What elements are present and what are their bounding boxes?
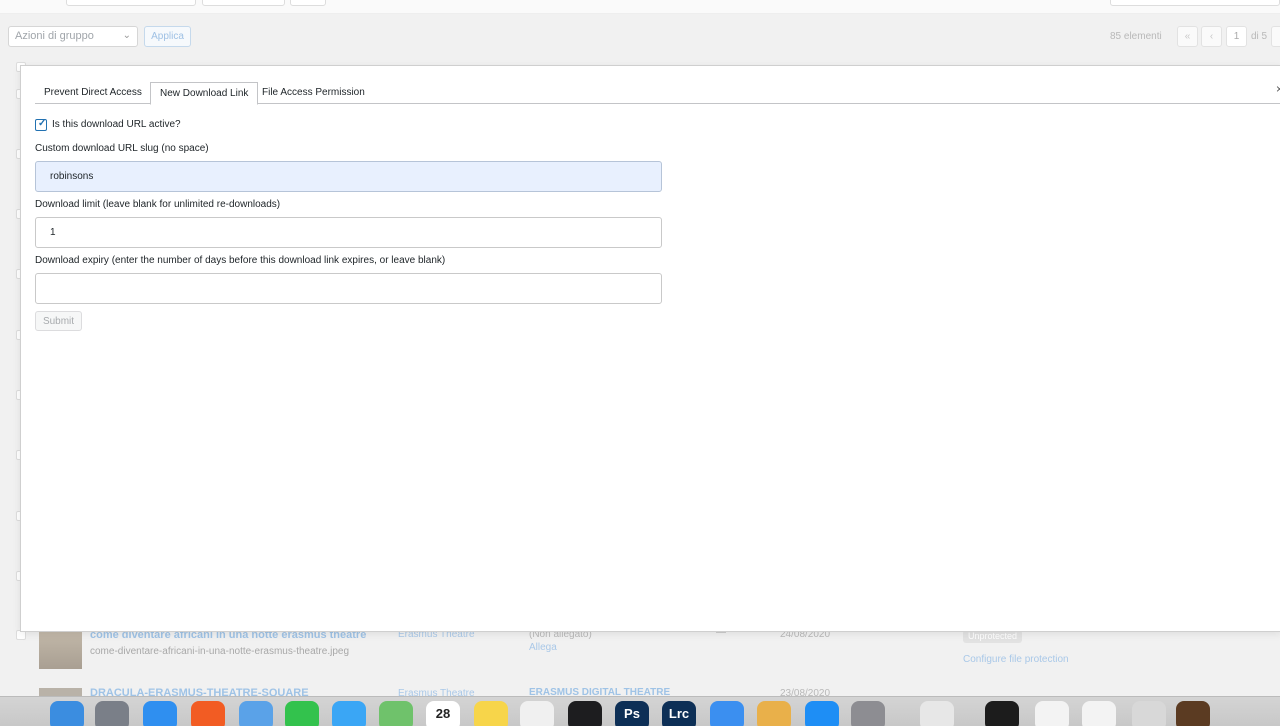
limit-label: Download limit (leave blank for unlimite… xyxy=(35,199,281,210)
chrome-icon[interactable] xyxy=(920,701,954,726)
table-row: come diventare africani in una notte era… xyxy=(0,627,1280,672)
music-icon[interactable] xyxy=(520,701,554,726)
expiry-label: Download expiry (enter the number of day… xyxy=(35,255,446,266)
checkmark-icon: ✓ xyxy=(38,118,47,129)
media-thumbnail[interactable] xyxy=(39,688,82,696)
table-row: DRACULA-ERASMUS-THEATRE-SQUARE Erasmus T… xyxy=(0,686,1280,699)
slug-input[interactable] xyxy=(35,161,662,192)
lightroom-icon[interactable]: Lrc xyxy=(662,701,696,726)
bulk-actions-select[interactable]: Azioni di gruppo ⌄ xyxy=(8,26,138,47)
attach-link[interactable]: Allega xyxy=(529,642,557,653)
trash-icon[interactable] xyxy=(1132,701,1166,726)
window-thumb-1-icon[interactable] xyxy=(1035,701,1069,726)
slug-label: Custom download URL slug (no space) xyxy=(35,143,209,154)
active-url-row: ✓ Is this download URL active? xyxy=(35,118,435,132)
safari-icon[interactable] xyxy=(143,701,177,726)
system-preferences-icon[interactable] xyxy=(851,701,885,726)
mail-icon[interactable] xyxy=(239,701,273,726)
preview-icon[interactable] xyxy=(757,701,791,726)
filter-select[interactable] xyxy=(66,0,196,6)
apply-button[interactable]: Applica xyxy=(144,26,191,47)
modal-tabs: Prevent Direct Access New Download Link … xyxy=(35,82,1280,105)
window-thumb-2-icon[interactable] xyxy=(1082,701,1116,726)
calendar-icon[interactable]: 28 xyxy=(426,701,460,726)
photoshop-icon[interactable]: Ps xyxy=(615,701,649,726)
terminal-icon[interactable] xyxy=(985,701,1019,726)
item-count: 85 elementi xyxy=(1110,31,1162,42)
brave-icon[interactable] xyxy=(191,701,225,726)
configure-protection-link[interactable]: Configure file protection xyxy=(963,654,1069,665)
downloader-icon[interactable] xyxy=(568,701,602,726)
top-filter-bar xyxy=(0,0,1280,14)
next-page-button[interactable] xyxy=(1271,26,1280,47)
tab-new-download-link[interactable]: New Download Link xyxy=(150,82,259,105)
submit-button[interactable]: Submit xyxy=(35,311,82,331)
media-thumbnail[interactable] xyxy=(39,631,82,669)
current-page-input[interactable]: 1 xyxy=(1226,26,1247,47)
tab-prevent-direct-access[interactable]: Prevent Direct Access xyxy=(35,82,151,104)
chevron-down-icon: ⌄ xyxy=(122,30,131,41)
download-expiry-input[interactable] xyxy=(35,273,662,304)
first-page-button[interactable]: « xyxy=(1177,26,1198,47)
maps-icon[interactable] xyxy=(379,701,413,726)
filter-select-2[interactable] xyxy=(202,0,285,6)
close-icon[interactable]: × xyxy=(1276,82,1280,96)
download-limit-input[interactable] xyxy=(35,217,662,248)
active-url-checkbox[interactable]: ✓ xyxy=(35,118,47,131)
bulk-actions-label: Azioni di gruppo xyxy=(15,30,94,42)
prev-page-button[interactable]: ‹ xyxy=(1201,26,1222,47)
file-protection-modal: Prevent Direct Access New Download Link … xyxy=(20,65,1280,632)
facetime-icon[interactable] xyxy=(285,701,319,726)
media-filename: come-diventare-africani-in-una-notte-era… xyxy=(90,646,350,657)
finder-icon[interactable] xyxy=(50,701,84,726)
launchpad-icon[interactable] xyxy=(95,701,129,726)
total-pages: di 5 xyxy=(1251,31,1268,42)
testflight-icon[interactable] xyxy=(710,701,744,726)
app-store-icon[interactable] xyxy=(805,701,839,726)
macos-dock: 28 Ps Lrc xyxy=(0,696,1280,726)
search-input[interactable] xyxy=(1110,0,1280,6)
notes-icon[interactable] xyxy=(474,701,508,726)
messages-icon[interactable] xyxy=(332,701,366,726)
active-url-label: Is this download URL active? xyxy=(52,119,181,130)
photo-thumb-icon[interactable] xyxy=(1176,701,1210,726)
filter-button[interactable] xyxy=(290,0,326,6)
tab-file-access-permission[interactable]: File Access Permission xyxy=(253,82,374,104)
